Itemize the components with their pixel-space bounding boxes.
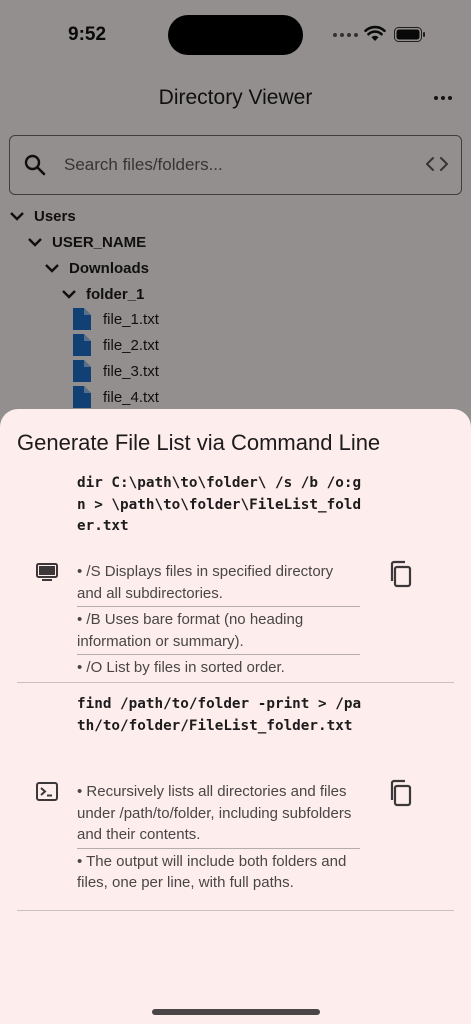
section-divider — [17, 910, 454, 911]
windows-command-block: dir C:\path\to\folder\ /s /b /o:gn > \pa… — [0, 473, 471, 683]
windows-command-notes: • /S Displays files in specified directo… — [77, 559, 360, 681]
copy-windows-command-button[interactable] — [386, 559, 416, 589]
desktop-monitor-icon — [36, 563, 58, 581]
section-divider — [17, 682, 454, 683]
command-note: • /O List by files in sorted order. — [77, 659, 285, 676]
terminal-icon — [36, 782, 58, 801]
command-line-bottom-sheet: Generate File List via Command Line dir … — [0, 409, 471, 1024]
unix-command-block: find /path/to/folder -print > /path/to/f… — [0, 694, 471, 904]
command-note: • /S Displays files in specified directo… — [77, 559, 360, 607]
command-note: • /B Uses bare format (no heading inform… — [77, 607, 360, 655]
unix-command-notes: • Recursively lists all directories and … — [77, 779, 360, 896]
windows-command-text[interactable]: dir C:\path\to\folder\ /s /b /o:gn > \pa… — [77, 473, 367, 538]
unix-command-text[interactable]: find /path/to/folder -print > /path/to/f… — [77, 694, 367, 737]
sheet-title: Generate File List via Command Line — [17, 430, 381, 455]
command-note: • Recursively lists all directories and … — [77, 779, 360, 849]
home-indicator[interactable] — [152, 1009, 320, 1015]
copy-unix-command-button[interactable] — [386, 778, 416, 808]
command-note: • The output will include both folders a… — [77, 852, 347, 892]
